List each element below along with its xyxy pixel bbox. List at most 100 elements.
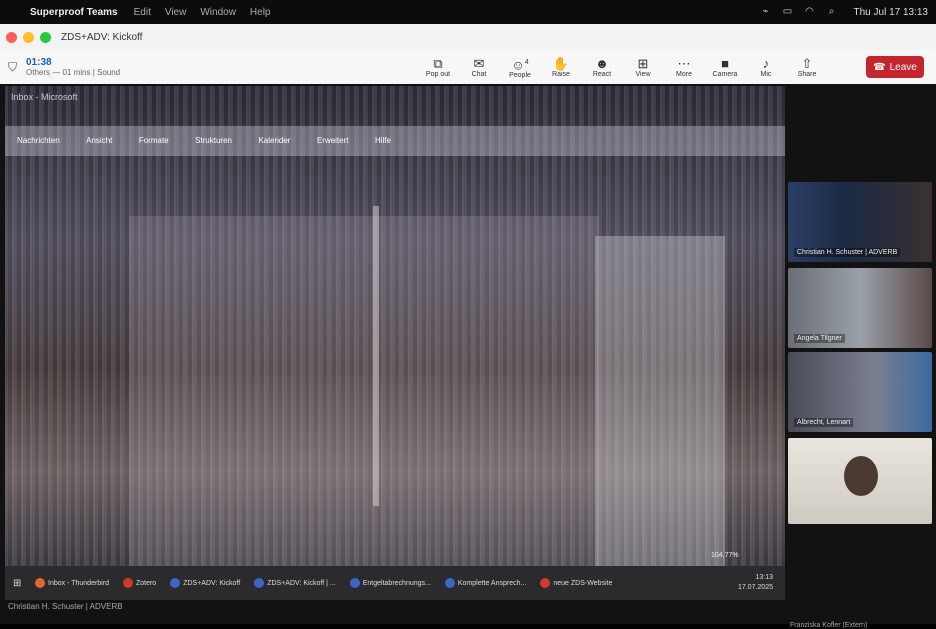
leave-button[interactable]: ☎ Leave <box>866 56 924 78</box>
status-area: ⌁ ▭ ◠ ⌕ Thu Jul 17 13:13 <box>760 6 936 18</box>
participant-gallery: Christian H. Schuster | ADVERB Angela Ti… <box>788 182 932 548</box>
menu-help[interactable]: Help <box>250 7 271 18</box>
meeting-window: ZDS+ADV: Kickoff ⛉ 01:38 Others — 01 min… <box>0 24 936 624</box>
taskbar-label: Entgeltabrechnungs... <box>363 580 431 587</box>
shared-sidebar-area <box>595 236 725 576</box>
shared-document-area <box>129 216 599 586</box>
shield-icon[interactable]: ⛉ <box>8 60 20 74</box>
shared-window-title: Inbox - Microsoft <box>11 92 78 102</box>
raise-label: Raise <box>552 71 570 78</box>
people-icon: ☺4 <box>511 55 528 72</box>
popout-label: Pop out <box>426 71 450 78</box>
presenter-name: Christian H. Schuster | ADVERB <box>8 602 123 611</box>
taskbar-label: ZDS+ADV: Kickoff | ... <box>267 580 336 587</box>
zoom-level: 104.77% <box>711 552 739 559</box>
meeting-status: Others — 01 mins | Sound <box>26 68 120 77</box>
share-label: Share <box>798 71 817 78</box>
menu-view[interactable]: View <box>165 7 187 18</box>
taskbar-label: Zotero <box>136 580 156 587</box>
react-icon: ☻ <box>595 56 609 71</box>
zoom-window-button[interactable] <box>40 32 51 43</box>
participant-footer-name: Franziska Kofler (Extern) <box>790 622 867 629</box>
menubar-clock[interactable]: Thu Jul 17 13:13 <box>854 7 929 18</box>
taskbar-label: neue ZDS-Website <box>553 580 612 587</box>
participant-tile[interactable] <box>788 438 932 524</box>
taskbar-label: Komplette Ansprech... <box>458 580 526 587</box>
mic-icon: ♪ <box>763 56 770 71</box>
browser-icon <box>445 578 455 588</box>
participant-name: Albrecht, Lennart <box>794 418 853 427</box>
app-menu-name[interactable]: Superproof Teams <box>30 7 118 18</box>
search-icon[interactable]: ⌕ <box>826 6 838 18</box>
taskbar-label: Inbox - Thunderbird <box>48 580 109 587</box>
phone-icon: ☎ <box>873 62 885 73</box>
view-button[interactable]: ⊞View <box>625 56 661 78</box>
shared-menu-item: Nachrichten <box>17 136 60 145</box>
react-button[interactable]: ☻React <box>584 56 620 78</box>
participant-name: Angela Tilgner <box>794 334 845 343</box>
close-window-button[interactable] <box>6 32 17 43</box>
macos-menubar: Superproof Teams Edit View Window Help ⌁… <box>0 0 936 24</box>
taskbar-item: Entgeltabrechnungs... <box>350 578 431 588</box>
shared-taskbar: ⊞ Inbox - Thunderbird Zotero ZDS+ADV: Ki… <box>5 566 785 600</box>
shared-menu-item: Strukturen <box>195 136 232 145</box>
shared-screen[interactable]: Inbox - Microsoft Nachrichten Ansicht Fo… <box>5 86 785 600</box>
leave-label: Leave <box>890 62 917 73</box>
taskbar-tray: 13:13 17.07.2025 <box>738 573 773 593</box>
more-label: More <box>676 71 692 78</box>
shared-menu-item: Formate <box>139 136 169 145</box>
window-title: ZDS+ADV: Kickoff <box>61 32 142 43</box>
share-button[interactable]: ⇧Share <box>789 56 825 78</box>
participant-tile[interactable]: Angela Tilgner <box>788 268 932 348</box>
more-icon: ⋯ <box>678 56 691 71</box>
chat-button[interactable]: ✉Chat <box>461 56 497 78</box>
windows-start-icon: ⊞ <box>13 578 27 589</box>
people-count-badge: 4 <box>525 59 529 66</box>
taskbar-item: ZDS+ADV: Kickoff <box>170 578 240 588</box>
people-label: People <box>509 72 531 79</box>
more-button[interactable]: ⋯More <box>666 56 702 78</box>
shared-menu-item: Erweitert <box>317 136 349 145</box>
shared-menu-item: Hilfe <box>375 136 391 145</box>
thunderbird-icon <box>35 578 45 588</box>
camera-label: Camera <box>713 71 738 78</box>
app-icon <box>540 578 550 588</box>
browser-icon <box>170 578 180 588</box>
tray-time: 13:13 <box>738 573 773 583</box>
popout-icon: ⧉ <box>433 56 442 71</box>
taskbar-item: ZDS+ADV: Kickoff | ... <box>254 578 336 588</box>
browser-icon <box>350 578 360 588</box>
mic-button[interactable]: ♪Mic <box>748 56 784 78</box>
participant-video <box>844 456 878 496</box>
menu-window[interactable]: Window <box>200 7 236 18</box>
participant-name: Christian H. Schuster | ADVERB <box>794 248 900 257</box>
shared-menu-item: Ansicht <box>86 136 112 145</box>
menu-edit[interactable]: Edit <box>134 7 151 18</box>
shared-menu-item: Kalender <box>258 136 290 145</box>
participant-tile[interactable]: Albrecht, Lennart <box>788 352 932 432</box>
taskbar-item: Zotero <box>123 578 156 588</box>
zotero-icon <box>123 578 133 588</box>
participant-tile[interactable]: Christian H. Schuster | ADVERB <box>788 182 932 262</box>
minimize-window-button[interactable] <box>23 32 34 43</box>
camera-button[interactable]: ■Camera <box>707 56 743 78</box>
meeting-timer: 01:38 <box>26 57 120 68</box>
wifi-icon[interactable]: ◠ <box>804 6 816 18</box>
view-label: View <box>635 71 650 78</box>
shared-app-menubar: Nachrichten Ansicht Formate Strukturen K… <box>5 126 785 156</box>
tray-date: 17.07.2025 <box>738 583 773 593</box>
taskbar-item: neue ZDS-Website <box>540 578 612 588</box>
window-titlebar: ZDS+ADV: Kickoff <box>0 24 936 50</box>
shared-divider <box>373 206 379 506</box>
toolbar-buttons: ⧉Pop out ✉Chat ☺4People ✋Raise ☻React ⊞V… <box>420 50 830 84</box>
popout-button[interactable]: ⧉Pop out <box>420 56 456 78</box>
chat-label: Chat <box>472 71 487 78</box>
bluetooth-icon[interactable]: ⌁ <box>760 6 772 18</box>
view-icon: ⊞ <box>638 56 649 71</box>
people-button[interactable]: ☺4People <box>502 55 538 79</box>
mic-label: Mic <box>761 71 772 78</box>
share-icon: ⇧ <box>802 56 813 71</box>
battery-icon[interactable]: ▭ <box>782 6 794 18</box>
raise-hand-button[interactable]: ✋Raise <box>543 56 579 78</box>
browser-icon <box>254 578 264 588</box>
